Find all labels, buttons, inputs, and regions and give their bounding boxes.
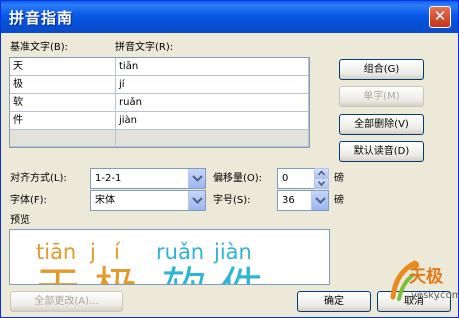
- preview-pinyin: j: [90, 240, 96, 264]
- ruby-text-field[interactable]: jí: [116, 76, 309, 94]
- watermark-en: yesky: [411, 290, 440, 301]
- default-reading-button[interactable]: 默认读音(D): [339, 141, 424, 162]
- yesky-watermark: 天极 yesky .com: [385, 257, 459, 313]
- font-label: 字体(F):: [10, 195, 47, 206]
- ruby-text-field[interactable]: jiàn: [116, 112, 309, 130]
- size-unit: 磅: [334, 195, 344, 206]
- title-bar[interactable]: 拼音指南 ✕: [1, 1, 458, 33]
- ruby-text-header: 拼音文字(R):: [115, 42, 174, 53]
- preview-hanzi: 件: [220, 264, 264, 285]
- size-label: 字号(S):: [213, 195, 251, 206]
- offset-value: 0: [282, 173, 289, 184]
- base-text-field[interactable]: 软: [10, 94, 116, 112]
- pinyin-grid: 天 tiān 极 jí 软 ruǎn 件 jiàn: [9, 57, 310, 148]
- alignment-label: 对齐方式(L):: [10, 173, 67, 184]
- watermark-domain: .com: [437, 290, 459, 301]
- preview-pinyin: í: [114, 240, 120, 264]
- preview-pinyin: jiàn: [214, 240, 252, 264]
- empty-base-field: [10, 130, 116, 147]
- close-button[interactable]: ✕: [429, 6, 451, 28]
- apply-all-button[interactable]: 全部更改(A)...: [10, 291, 123, 312]
- chevron-down-icon[interactable]: [188, 191, 205, 210]
- preview-label: 预览: [10, 215, 30, 226]
- offset-label: 偏移量(O):: [213, 173, 263, 184]
- size-select[interactable]: 36: [277, 190, 329, 211]
- base-text-field[interactable]: 件: [10, 112, 116, 130]
- preview-pinyin: tiān: [36, 240, 77, 264]
- base-text-field[interactable]: 天: [10, 58, 116, 76]
- spin-up-icon[interactable]: [314, 168, 329, 178]
- preview-hanzi: 天: [36, 264, 80, 285]
- offset-spinner[interactable]: [314, 168, 329, 189]
- chevron-down-icon[interactable]: [188, 169, 205, 188]
- base-text-field[interactable]: 极: [10, 76, 116, 94]
- font-select[interactable]: 宋体: [90, 190, 206, 211]
- base-text-header: 基准文字(B):: [10, 42, 69, 53]
- alignment-select[interactable]: 1-2-1: [90, 168, 206, 189]
- clear-all-button[interactable]: 全部删除(V): [339, 114, 424, 135]
- alignment-value: 1-2-1: [95, 173, 122, 184]
- size-value: 36: [282, 195, 295, 206]
- spin-down-icon[interactable]: [314, 178, 329, 189]
- close-icon: ✕: [433, 7, 447, 25]
- font-value: 宋体: [95, 195, 115, 206]
- empty-ruby-field: [116, 130, 309, 147]
- watermark-cn: 天极: [409, 267, 443, 287]
- mono-button[interactable]: 单字(M): [339, 86, 424, 107]
- ruby-text-field[interactable]: tiān: [116, 58, 309, 76]
- chevron-down-icon[interactable]: [311, 191, 328, 210]
- ok-button[interactable]: 确定: [297, 291, 371, 312]
- preview-pane: tiān j í ruǎn jiàn 天 极 软 件: [9, 229, 330, 285]
- dialog-title: 拼音指南: [9, 9, 74, 27]
- ruby-text-field[interactable]: ruǎn: [116, 94, 309, 112]
- preview-hanzi: 极: [94, 264, 138, 285]
- group-button[interactable]: 组合(G): [339, 59, 424, 80]
- preview-hanzi: 软: [162, 264, 206, 285]
- offset-unit: 磅: [334, 173, 344, 184]
- preview-pinyin: ruǎn: [156, 240, 205, 264]
- pinyin-guide-dialog: 拼音指南 ✕ 基准文字(B): 拼音文字(R): 天 tiān 极 jí 软 r…: [0, 0, 459, 318]
